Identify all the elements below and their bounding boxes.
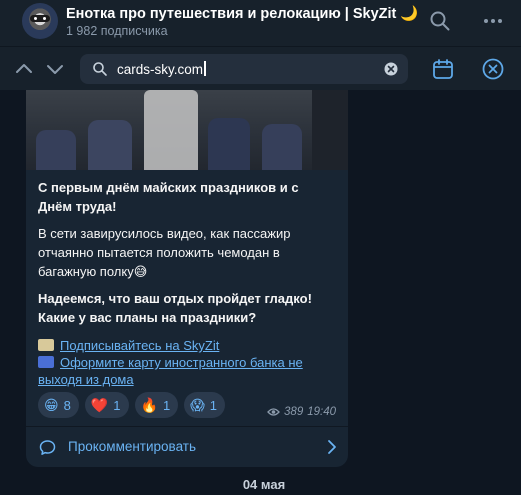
- message-meta: 389 19:40: [267, 406, 336, 418]
- channel-title[interactable]: Енотка про путешествия и релокацию | Sky…: [66, 5, 418, 22]
- reaction-count: 8: [63, 397, 71, 413]
- reaction-heart[interactable]: ❤️ 1: [84, 392, 129, 418]
- message-time: 19:40: [307, 406, 336, 418]
- comment-label: Прокомментировать: [68, 439, 196, 454]
- post-headline: С первым днём майских праздников и с Днё…: [38, 178, 338, 216]
- fire-emoji-icon: 🔥: [140, 397, 158, 413]
- scream-emoji-icon: 😱: [190, 397, 205, 413]
- text-line: отчаянно пытается положить чемодан в: [38, 245, 280, 260]
- calendar-icon[interactable]: [431, 57, 455, 81]
- subscriber-count: 1 982 подписчика: [66, 24, 168, 38]
- bank-card-link[interactable]: Оформите карту иностранного банка не: [60, 355, 303, 370]
- reaction-count: 1: [113, 397, 121, 413]
- bank-card-link-row: выходя из дома: [38, 370, 134, 389]
- view-count: 389: [284, 406, 304, 418]
- reactions-bar: 😁 8 ❤️ 1 🔥 1 😱 1: [38, 392, 226, 418]
- close-search-icon[interactable]: [481, 57, 505, 81]
- text-line: С первым днём майских праздников и с: [38, 180, 299, 195]
- reaction-count: 1: [209, 397, 218, 413]
- chevron-down-icon[interactable]: [45, 59, 65, 79]
- reaction-fire[interactable]: 🔥 1: [134, 392, 179, 418]
- text-line: Днём труда!: [38, 199, 117, 214]
- reaction-count: 1: [162, 397, 171, 413]
- date-separator: 04 мая: [242, 477, 286, 492]
- post-paragraph: В сети завирусилось видео, как пассажир …: [38, 224, 338, 281]
- heart-emoji-icon: ❤️: [90, 397, 109, 413]
- text-line: В сети завирусилось видео, как пассажир: [38, 226, 291, 241]
- search-bar: cards-sky.com: [0, 46, 521, 90]
- reaction-grin[interactable]: 😁 8: [38, 392, 79, 418]
- search-query[interactable]: cards-sky.com: [117, 61, 206, 77]
- more-options-icon[interactable]: [481, 9, 505, 33]
- search-icon: [93, 62, 107, 76]
- text-line: багажную полку😅: [38, 264, 148, 279]
- video-thumbnail[interactable]: [26, 90, 348, 170]
- text-caret: [204, 61, 206, 76]
- search-icon[interactable]: [428, 9, 452, 33]
- search-input[interactable]: cards-sky.com: [80, 54, 408, 84]
- chevron-up-icon[interactable]: [14, 59, 34, 79]
- clear-search-icon[interactable]: [384, 62, 398, 76]
- chevron-right-icon: [328, 440, 336, 454]
- bank-card-link[interactable]: выходя из дома: [38, 372, 134, 387]
- channel-post: С первым днём майских праздников и с Днё…: [26, 90, 348, 467]
- bank-card-icon: [38, 356, 54, 368]
- chat-header: Енотка про путешествия и релокацию | Sky…: [0, 0, 521, 46]
- text-line: Надеемся, что ваш отдых пройдет гладко!: [38, 291, 312, 306]
- eye-icon: [267, 408, 280, 416]
- reaction-scream[interactable]: 😱 1: [184, 392, 226, 418]
- comment-icon: [39, 440, 56, 455]
- raccoon-eye: [34, 17, 37, 20]
- grinning-emoji-icon: 😁: [44, 397, 59, 413]
- raccoon-eye: [43, 17, 46, 20]
- comment-button[interactable]: Прокомментировать: [26, 427, 348, 467]
- post-question: Надеемся, что ваш отдых пройдет гладко! …: [38, 289, 338, 327]
- text-line: Какие у вас планы на праздники?: [38, 310, 257, 325]
- subscribe-link[interactable]: Подписывайтесь на SkyZit: [60, 338, 219, 353]
- credit-card-icon: [38, 339, 54, 351]
- raccoon-mask: [30, 15, 50, 22]
- channel-avatar[interactable]: [22, 3, 58, 39]
